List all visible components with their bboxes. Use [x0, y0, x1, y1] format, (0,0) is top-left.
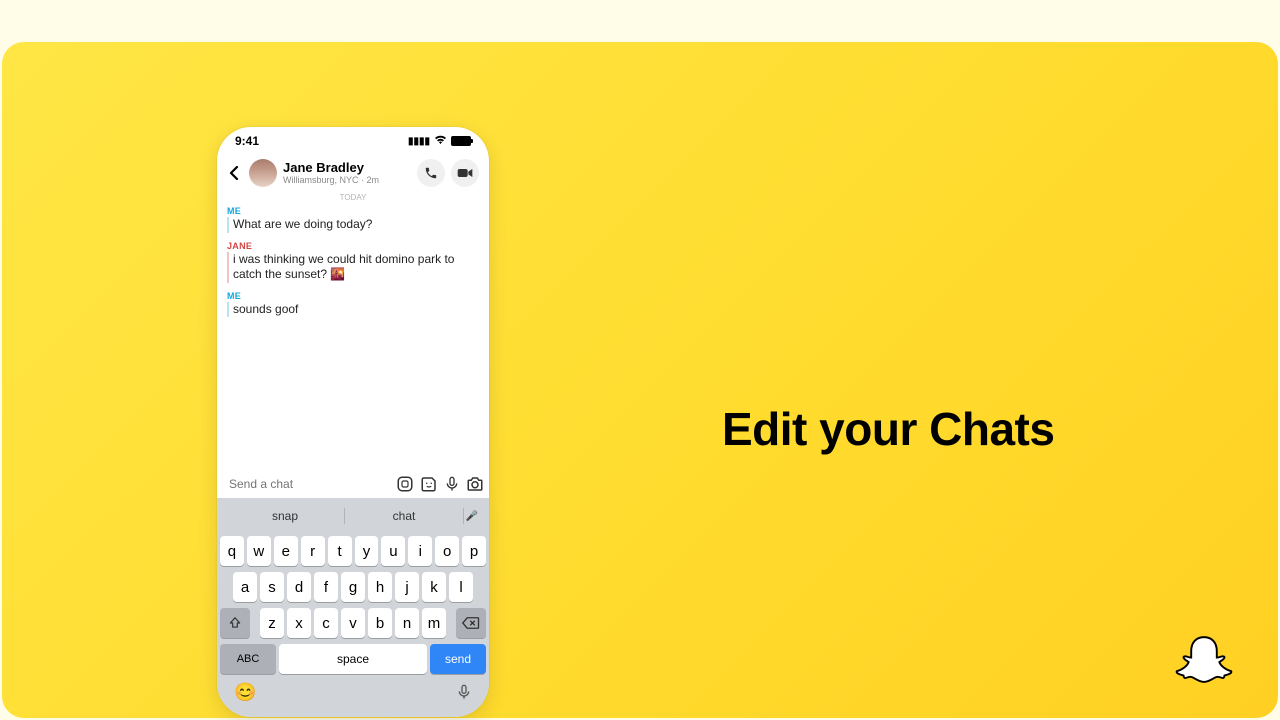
key-v[interactable]: v	[341, 608, 365, 638]
call-button[interactable]	[417, 159, 445, 187]
key-b[interactable]: b	[368, 608, 392, 638]
mic-icon[interactable]	[444, 475, 460, 493]
app-icon[interactable]	[396, 475, 414, 493]
key-o[interactable]: o	[435, 536, 459, 566]
emoji-icon[interactable]: 😊	[234, 682, 256, 707]
message[interactable]: MEWhat are we doing today?	[227, 206, 479, 233]
keyboard-suggestions: snap chat 🎤	[220, 502, 486, 530]
snapchat-logo-icon	[1170, 632, 1238, 696]
key-a[interactable]: a	[233, 572, 257, 602]
avatar[interactable]	[249, 159, 277, 187]
chat-input[interactable]	[223, 473, 390, 495]
chat-input-bar	[217, 470, 489, 498]
message-body: i was thinking we could hit domino park …	[227, 252, 479, 283]
message-sender: JANE	[227, 241, 479, 251]
status-icons: ▮▮▮▮	[408, 135, 471, 148]
headline: Edit your Chats	[722, 402, 1054, 456]
contact-name: Jane Bradley	[283, 161, 411, 175]
back-button[interactable]	[225, 164, 243, 182]
phone-frame: 9:41 ▮▮▮▮ Jane Bradley Williamsburg, NYC…	[217, 127, 489, 717]
key-s[interactable]: s	[260, 572, 284, 602]
key-w[interactable]: w	[247, 536, 271, 566]
key-k[interactable]: k	[422, 572, 446, 602]
date-divider: TODAY	[217, 193, 489, 202]
send-key[interactable]: send	[430, 644, 486, 674]
key-n[interactable]: n	[395, 608, 419, 638]
key-j[interactable]: j	[395, 572, 419, 602]
camera-icon[interactable]	[466, 475, 484, 493]
key-z[interactable]: z	[260, 608, 284, 638]
video-button[interactable]	[451, 159, 479, 187]
contact-subtitle: Williamsburg, NYC · 2m	[283, 175, 411, 185]
keyboard-bottom-row: ABC space send	[220, 644, 486, 674]
shift-key[interactable]	[220, 608, 250, 638]
key-r[interactable]: r	[301, 536, 325, 566]
keyboard-row-3: zxcvbnm	[220, 608, 486, 638]
keyboard: snap chat 🎤 qwertyuiop asdfghjkl zxcvbnm…	[217, 498, 489, 717]
suggestion-2[interactable]: chat	[345, 509, 463, 523]
key-d[interactable]: d	[287, 572, 311, 602]
message[interactable]: JANEi was thinking we could hit domino p…	[227, 241, 479, 283]
message-body: What are we doing today?	[227, 217, 479, 233]
status-bar: 9:41 ▮▮▮▮	[217, 127, 489, 155]
suggestion-1[interactable]: snap	[226, 509, 344, 523]
key-f[interactable]: f	[314, 572, 338, 602]
message-body: sounds goof	[227, 302, 479, 318]
key-g[interactable]: g	[341, 572, 365, 602]
key-l[interactable]: l	[449, 572, 473, 602]
abc-key[interactable]: ABC	[220, 644, 276, 674]
key-u[interactable]: u	[381, 536, 405, 566]
space-key[interactable]: space	[279, 644, 427, 674]
chat-messages: MEWhat are we doing today?JANEi was thin…	[217, 204, 489, 470]
key-c[interactable]: c	[314, 608, 338, 638]
message-sender: ME	[227, 206, 479, 216]
key-m[interactable]: m	[422, 608, 446, 638]
keyboard-footer: 😊	[220, 674, 486, 711]
battery-icon	[451, 136, 471, 146]
cellular-icon: ▮▮▮▮	[408, 136, 430, 147]
message[interactable]: MEsounds goof	[227, 291, 479, 318]
keyboard-row-1: qwertyuiop	[220, 536, 486, 566]
key-x[interactable]: x	[287, 608, 311, 638]
key-q[interactable]: q	[220, 536, 244, 566]
key-e[interactable]: e	[274, 536, 298, 566]
status-time: 9:41	[235, 134, 259, 148]
key-y[interactable]: y	[355, 536, 379, 566]
key-t[interactable]: t	[328, 536, 352, 566]
keyboard-row-2: asdfghjkl	[220, 572, 486, 602]
key-h[interactable]: h	[368, 572, 392, 602]
dictation-icon[interactable]	[456, 682, 472, 707]
wifi-icon	[434, 135, 447, 148]
key-p[interactable]: p	[462, 536, 486, 566]
suggestion-mic-icon[interactable]: 🎤	[464, 511, 480, 522]
header-text[interactable]: Jane Bradley Williamsburg, NYC · 2m	[283, 161, 411, 185]
sticker-icon[interactable]	[420, 475, 438, 493]
promo-card: 9:41 ▮▮▮▮ Jane Bradley Williamsburg, NYC…	[2, 42, 1278, 718]
backspace-key[interactable]	[456, 608, 486, 638]
key-i[interactable]: i	[408, 536, 432, 566]
message-sender: ME	[227, 291, 479, 301]
chat-header: Jane Bradley Williamsburg, NYC · 2m	[217, 155, 489, 193]
